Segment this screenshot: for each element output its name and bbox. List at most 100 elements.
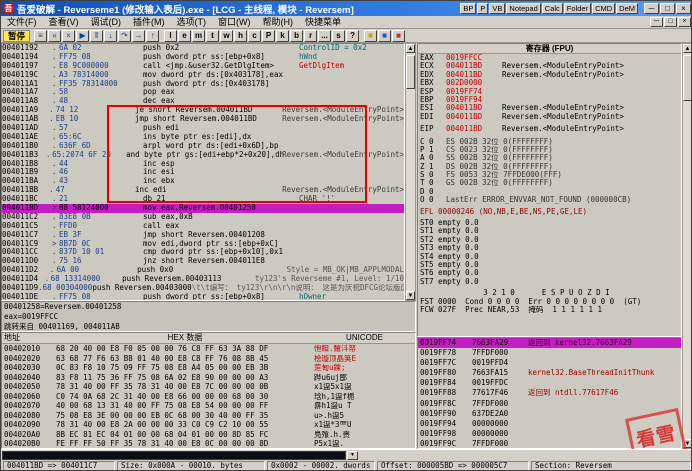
quick-button-vb[interactable]: VB	[489, 3, 505, 14]
scroll-up-icon[interactable]: ▲	[406, 44, 415, 53]
disasm-row[interactable]: 004011A8. 48 dec eax	[2, 97, 404, 106]
trace-into-icon[interactable]: →	[132, 30, 145, 42]
open-icon[interactable]: ≡	[34, 30, 47, 42]
main-scrollbar[interactable]: ▲ ▼	[682, 43, 692, 449]
disasm-row[interactable]: 004011AE. 65:6C ins byte ptr es:[edi],dx	[2, 133, 404, 142]
disassembly-scrollbar[interactable]: ▲ ▼	[405, 43, 416, 301]
disasm-row[interactable]: 004011BA. 43 inc ebx	[2, 177, 404, 186]
hex-dump-pane[interactable]: 地址 HEX 数据 UNICODE 00402010 68 20 40 00 E8 F0…	[1, 332, 416, 449]
disasm-row[interactable]: 004011B3. 65:2074 6F 20 and byte ptr gs:[e…	[2, 151, 404, 160]
disasm-row[interactable]: 004011C5. FFD0 call eax	[2, 222, 404, 231]
close-icon[interactable]: ×	[62, 30, 75, 42]
disasm-row[interactable]: 00401192. 6A 02 push 0x2 ControlID = 0x2	[2, 44, 404, 53]
minimize-button[interactable]: ─	[644, 3, 659, 14]
toolbar-letter-button-r[interactable]: r	[304, 30, 317, 42]
toolbar-letter-button-?[interactable]: ?	[346, 30, 359, 42]
stack-row[interactable]: 0019FF78 7FFDF000	[418, 348, 681, 358]
hex-dump-row[interactable]: 00402070 40 00 68 13 31 40 00 FF 75 08 E8…	[2, 401, 415, 411]
flag-row[interactable]: Z 1 DS 002B 32位 0(FFFFFFFF)	[418, 163, 681, 171]
stack-row[interactable]: 0019FF8C 7FFDF000	[418, 399, 681, 409]
close-button[interactable]: ×	[676, 3, 691, 14]
disasm-row[interactable]: 004011C7. EB 3F jmp short Reversem.0040120…	[2, 231, 404, 240]
pause-icon[interactable]: ‖	[90, 30, 103, 42]
disassembly-pane[interactable]: 00401192. 6A 02 push 0x2 ControlID = 0x2 004…	[1, 43, 405, 301]
command-history-dropdown-icon[interactable]: ▼	[347, 451, 358, 460]
quick-button-cmd[interactable]: CMD	[592, 3, 615, 14]
fpu-st-row[interactable]: ST3 empty 0.0	[418, 244, 681, 252]
flag-row[interactable]: C 0 ES 002B 32位 0(FFFFFFFF)	[418, 138, 681, 146]
run-icon[interactable]: ▶	[76, 30, 89, 42]
fpu-st-row[interactable]: ST0 empty 0.0	[418, 219, 681, 227]
fpu-st-row[interactable]: ST7 empty 0.0	[418, 278, 681, 286]
hex-dump-row[interactable]: 00402080 75 08 E8 3E 00 00 00 EB 0C 68 00…	[2, 411, 415, 421]
plugin-icon-1[interactable]: ■	[364, 30, 377, 42]
disasm-row[interactable]: 004011D2. 6A 00 push 0x0 Style = MB_OK|MB_A…	[2, 266, 404, 275]
plugin-icon-3[interactable]: ■	[392, 30, 405, 42]
quick-button-bp[interactable]: BP	[460, 3, 476, 14]
flag-row[interactable]: D 0	[418, 188, 681, 196]
disasm-row[interactable]: 004011D9. 68 00304000 push Reversem.004030…	[2, 284, 404, 293]
fpu-st-row[interactable]: ST6 empty 0.0	[418, 269, 681, 277]
menu-item-5[interactable]: 窗口(W)	[212, 16, 257, 29]
stack-row[interactable]: 0019FF74 7663FA29 返回到 kernel32.7663FA29	[418, 338, 681, 348]
stack-row[interactable]: 0019FF84 0019FFDC	[418, 378, 681, 388]
flag-row[interactable]: S 0 FS 0053 32位 7FFDE000(FFF)	[418, 171, 681, 179]
disasm-row[interactable]: 004011D4. 68 13314000 push Reversem.004031…	[2, 275, 404, 284]
execute-till-return-icon[interactable]: ↑	[146, 30, 159, 42]
step-into-icon[interactable]: ↓	[104, 30, 117, 42]
disasm-row[interactable]: 004011CC. 837D 10 01 cmp dword ptr ss:[ebp…	[2, 248, 404, 257]
disasm-row[interactable]: 004011A9. 74 12 je short Reversem.004011BD…	[2, 106, 404, 115]
maximize-button[interactable]: □	[660, 3, 675, 14]
menu-item-0[interactable]: 文件(F)	[1, 16, 43, 29]
disasm-row[interactable]: 004011BD > B8 58124000 mov eax,Reversem.004…	[2, 204, 404, 213]
disasm-row[interactable]: 004011C2. 83E8 0B sub eax,0xB	[2, 213, 404, 222]
menu-item-3[interactable]: 插件(M)	[127, 16, 171, 29]
menu-item-6[interactable]: 帮助(H)	[257, 16, 300, 29]
disasm-row[interactable]: 004011A7. 58 pop eax	[2, 88, 404, 97]
toolbar-letter-button-b[interactable]: b	[290, 30, 303, 42]
quick-button-p[interactable]: P	[477, 3, 488, 14]
scrollbar-thumb[interactable]	[683, 55, 692, 101]
hex-dump-row[interactable]: 004020B0 FE FF FF 50 FF 35 78 31 40 00 E8…	[2, 439, 415, 449]
fpu-st-row[interactable]: ST1 empty 0.0	[418, 227, 681, 235]
toolbar-letter-button-t[interactable]: t	[206, 30, 219, 42]
disasm-row[interactable]: 00401197. E8 9C000000 call <jmp.&user32.Ge…	[2, 62, 404, 71]
scrollbar-thumb[interactable]	[406, 55, 415, 89]
hex-dump-row[interactable]: 00402050 78 31 40 00 FF 35 78 31 40 00 E8…	[2, 382, 415, 392]
menu-item-2[interactable]: 调试(D)	[85, 16, 128, 29]
hex-dump-row[interactable]: 00402090 78 31 40 00 E8 2A 00 00 00 33 C0…	[2, 420, 415, 430]
disasm-row[interactable]: 004011AB. EB 10 jmp short Reversem.004011B…	[2, 115, 404, 124]
mdi-restore-button[interactable]: □	[664, 17, 677, 27]
disasm-row[interactable]: 00401194. FF75 08 push dword ptr ss:[ebp+0…	[2, 53, 404, 62]
title-bar[interactable]: 吾 吾爱破解 - Reverseme1 (修改输入表后).exe - [LCG …	[1, 1, 692, 16]
fpu-st-row[interactable]: ST2 empty 0.0	[418, 236, 681, 244]
toolbar-letter-button-s[interactable]: s	[332, 30, 345, 42]
flag-row[interactable]: O 0 LastErr ERROR_ENVVAR_NOT_FOUND (00000…	[418, 196, 681, 204]
menu-item-7[interactable]: 快捷菜单	[299, 16, 347, 29]
step-over-icon[interactable]: ↷	[118, 30, 131, 42]
flag-row[interactable]: T 0 GS 002B 32位 0(FFFFFFFF)	[418, 179, 681, 187]
register-row[interactable]: EDI 004011BD Reversem.<ModuleEntryPoint>	[418, 113, 681, 121]
fpu-st-row[interactable]: ST5 empty 0.0	[418, 261, 681, 269]
command-input[interactable]	[2, 451, 346, 460]
stack-row[interactable]: 0019FF80 7663FA15 kernel32.BaseThreadInitT…	[418, 368, 681, 378]
toolbar-letter-button-...[interactable]: ...	[318, 30, 331, 42]
toolbar-letter-button-c[interactable]: c	[248, 30, 261, 42]
fpu-st-row[interactable]: ST4 empty 0.0	[418, 253, 681, 261]
registers-pane[interactable]: 寄存器 (FPU) EAX 0019FFCC ECX 004011BD Reversem.…	[417, 43, 682, 337]
stack-row[interactable]: 0019FF7C 0019FFD4	[418, 358, 681, 368]
toolbar-letter-button-P[interactable]: P	[262, 30, 275, 42]
restart-icon[interactable]: «	[48, 30, 61, 42]
hex-dump-row[interactable]: 004020A0 8B EC 81 EC 04 01 00 00 68 04 01…	[2, 430, 415, 440]
disasm-row[interactable]: 004011C9 >8B7D 0C mov edi,dword ptr ss:[eb…	[2, 240, 404, 249]
quick-button-notepad[interactable]: Notepad	[506, 3, 540, 14]
disasm-row[interactable]: 004011BC. 21 db 21 CHAR '!'	[2, 195, 404, 204]
hex-dump-row[interactable]: 00402030 0C 83 F8 10 75 09 FF 75 08 E8 A4…	[2, 363, 415, 373]
scroll-down-icon[interactable]: ▼	[406, 291, 415, 300]
plugin-icon-2[interactable]: ■	[378, 30, 391, 42]
disasm-row[interactable]: 0040119C. A3 78314000 mov dword ptr ds:[0x…	[2, 71, 404, 80]
disasm-row[interactable]: 004011D0. 75 16 jnz short Reversem.004011E…	[2, 257, 404, 266]
quick-button-folder[interactable]: Folder	[564, 3, 591, 14]
hex-dump-row[interactable]: 00402020 63 68 77 F6 63 B8 01 40 00 E8 C8…	[2, 354, 415, 364]
register-row[interactable]: EIP 004011BD Reversem.<ModuleEntryPoint>	[418, 125, 681, 133]
